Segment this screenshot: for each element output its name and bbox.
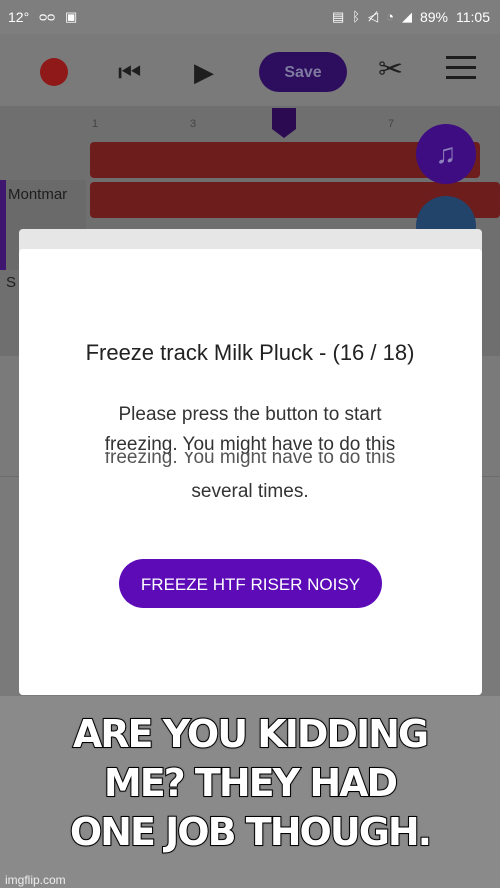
tools-icon[interactable]: ✂ xyxy=(378,55,403,85)
temperature: 12° xyxy=(8,9,30,25)
dialog-message: Please press the button to start freezin… xyxy=(60,400,440,460)
track-name-partial: S xyxy=(6,274,17,291)
ruler-tick: 7 xyxy=(388,118,395,130)
clock: 11:05 xyxy=(456,9,490,25)
voicemail-icon: ᴑᴑ xyxy=(39,9,55,24)
image-icon: ▣ xyxy=(65,9,78,24)
record-icon[interactable] xyxy=(40,58,68,86)
dialog-message-line: several times. xyxy=(191,481,309,502)
freeze-dialog xyxy=(19,249,482,695)
save-button[interactable]: Save xyxy=(259,52,347,92)
mute-icon: ◁̸ xyxy=(368,9,379,24)
dialog-title: Freeze track Milk Pluck - (16 / 18) xyxy=(85,340,415,365)
dialog-message-line: freezing. You might have to do this xyxy=(104,452,396,468)
watermark: imgflip.com xyxy=(5,873,66,887)
dialog-message-duplicate: freezing. You might have to do this xyxy=(60,452,440,471)
meme-caption: ARE YOU KIDDING ME? THEY HAD ONE JOB THO… xyxy=(30,710,470,857)
track-name: Montmar xyxy=(8,186,68,203)
freeze-button[interactable]: FREEZE HTF RISER NOISY xyxy=(119,559,382,608)
status-bar: 12° ᴑᴑ ▣ ▤ ᛒ ◁̸ ◔ ◢ 89% 11:05 xyxy=(0,0,500,34)
meme-caption-line: ONE JOB THOUGH. xyxy=(69,809,433,855)
toolbar xyxy=(0,34,500,106)
wifi-icon: ◔ xyxy=(386,9,394,24)
dialog-message-line: Please press the button to start xyxy=(118,404,382,425)
signal-icon: ◢ xyxy=(401,9,412,24)
meme-caption-line: ME? THEY HAD xyxy=(103,760,399,806)
battery-percent: 89% xyxy=(419,9,448,25)
battery-icon: ▤ xyxy=(332,9,345,24)
meme-caption-line: ARE YOU KIDDING xyxy=(72,711,430,757)
ruler-tick: 1 xyxy=(92,118,99,130)
play-icon[interactable]: ▶ xyxy=(194,59,214,85)
music-note-icon[interactable]: ♫ xyxy=(416,124,476,184)
menu-icon[interactable] xyxy=(446,56,476,86)
bluetooth-icon: ᛒ xyxy=(352,9,361,24)
ruler-tick: 3 xyxy=(190,118,197,130)
skip-back-icon[interactable]: ⏮ xyxy=(118,59,141,85)
